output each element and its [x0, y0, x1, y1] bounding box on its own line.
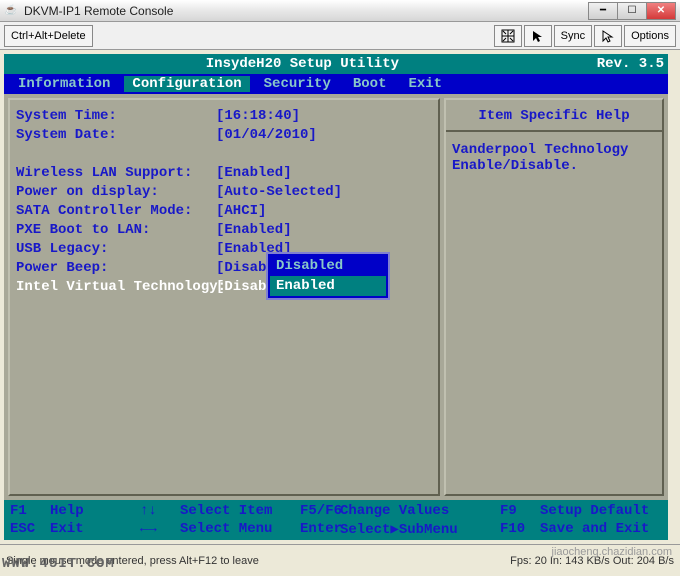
menu-item-security[interactable]: Security [256, 76, 339, 92]
settings-pane: System Time:[16:18:40]System Date:[01/04… [8, 98, 440, 496]
cursor2-button[interactable] [594, 25, 622, 47]
cursor1-button[interactable] [524, 25, 552, 47]
hint-key: ESC [10, 521, 50, 537]
hint-key: ←→ [140, 521, 180, 537]
hint-key: F5/F6 [300, 503, 340, 519]
setting-label: PXE Boot to LAN: [16, 222, 216, 241]
ctrl-alt-delete-button[interactable]: Ctrl+Alt+Delete [4, 25, 93, 47]
bios-content: System Time:[16:18:40]System Date:[01/04… [4, 94, 668, 500]
hint-action: Select Item [180, 503, 272, 519]
remote-console: InsydeH20 Setup Utility Rev. 3.5 Informa… [4, 54, 668, 540]
hint-action: Select▶SubMenu [340, 521, 458, 538]
maximize-button[interactable]: ☐ [617, 2, 647, 20]
fullscreen-icon [501, 29, 515, 43]
sync-button[interactable]: Sync [554, 25, 592, 47]
hint-key: F9 [500, 503, 540, 519]
setting-label: Power Beep: [16, 260, 216, 279]
bios-title: InsydeH20 Setup Utility [8, 56, 597, 72]
setting-value: [Auto-Selected] [216, 184, 342, 203]
setting-row[interactable]: SATA Controller Mode:[AHCI] [16, 203, 432, 222]
setting-row[interactable]: System Date:[01/04/2010] [16, 127, 432, 146]
window-title: DKVM-IP1 Remote Console [24, 4, 589, 18]
setting-label: Power on display: [16, 184, 216, 203]
bios-revision: Rev. 3.5 [597, 56, 664, 72]
setting-row [16, 146, 432, 165]
status-bar: Single mouse mode entered, press Alt+F12… [0, 544, 680, 576]
menu-item-boot[interactable]: Boot [345, 76, 395, 92]
setting-value: [01/04/2010] [216, 127, 317, 146]
window-control-buttons: ━ ☐ ✕ [589, 2, 676, 20]
hint-action: Help [50, 503, 84, 519]
hint-key: F1 [10, 503, 50, 519]
popup-option-disabled[interactable]: Disabled [270, 256, 386, 276]
setting-label: Wireless LAN Support: [16, 165, 216, 184]
setting-label: System Time: [16, 108, 216, 127]
cursor-outline-icon [601, 29, 615, 43]
toolbar: Ctrl+Alt+Delete Sync Options [0, 22, 680, 50]
divider [446, 130, 662, 132]
bios-screen: InsydeH20 Setup Utility Rev. 3.5 Informa… [4, 54, 668, 540]
popup-option-enabled[interactable]: Enabled [270, 276, 386, 296]
hint-action: Change Values [340, 503, 449, 519]
setting-label: System Date: [16, 127, 216, 146]
fullscreen-button[interactable] [494, 25, 522, 47]
hint-action: Setup Default [540, 503, 649, 519]
hint-action: Save and Exit [540, 521, 649, 537]
status-right: Fps: 20 In: 143 KB/s Out: 204 B/s [510, 555, 674, 567]
minimize-button[interactable]: ━ [588, 2, 618, 20]
options-button[interactable]: Options [624, 25, 676, 47]
menu-item-exit[interactable]: Exit [400, 76, 450, 92]
key-hints: F1Help↑↓Select ItemF5/F6Change ValuesF9S… [4, 500, 668, 540]
cursor-icon [531, 29, 545, 43]
setting-label: Intel Virtual Technology: [16, 279, 216, 298]
bios-menu: Information Configuration Security Boot Exit [4, 74, 668, 94]
window-titlebar: ☕ DKVM-IP1 Remote Console ━ ☐ ✕ [0, 0, 680, 22]
close-button[interactable]: ✕ [646, 2, 676, 20]
setting-value: [16:18:40] [216, 108, 300, 127]
hint-action: Exit [50, 521, 84, 537]
help-text: Vanderpool Technology Enable/Disable. [452, 142, 656, 174]
status-left: Single mouse mode entered, press Alt+F12… [6, 555, 259, 567]
hint-key: Enter [300, 521, 340, 538]
hint-action: Select Menu [180, 521, 272, 537]
setting-label: SATA Controller Mode: [16, 203, 216, 222]
help-title: Item Specific Help [452, 108, 656, 124]
value-popup: DisabledEnabled [266, 252, 390, 300]
hint-key: F10 [500, 521, 540, 537]
setting-value: [AHCI] [216, 203, 266, 222]
setting-row[interactable]: System Time:[16:18:40] [16, 108, 432, 127]
java-icon: ☕ [4, 4, 18, 18]
setting-row[interactable]: Wireless LAN Support:[Enabled] [16, 165, 432, 184]
help-pane: Item Specific Help Vanderpool Technology… [444, 98, 664, 496]
setting-value: [Enabled] [216, 165, 292, 184]
menu-item-configuration[interactable]: Configuration [124, 76, 249, 92]
hint-key: ↑↓ [140, 503, 180, 519]
bios-header: InsydeH20 Setup Utility Rev. 3.5 [4, 54, 668, 74]
setting-label [16, 146, 216, 165]
menu-item-information[interactable]: Information [10, 76, 118, 92]
setting-row[interactable]: PXE Boot to LAN:[Enabled] [16, 222, 432, 241]
setting-row[interactable]: Power on display:[Auto-Selected] [16, 184, 432, 203]
setting-label: USB Legacy: [16, 241, 216, 260]
setting-value: [Enabled] [216, 222, 292, 241]
